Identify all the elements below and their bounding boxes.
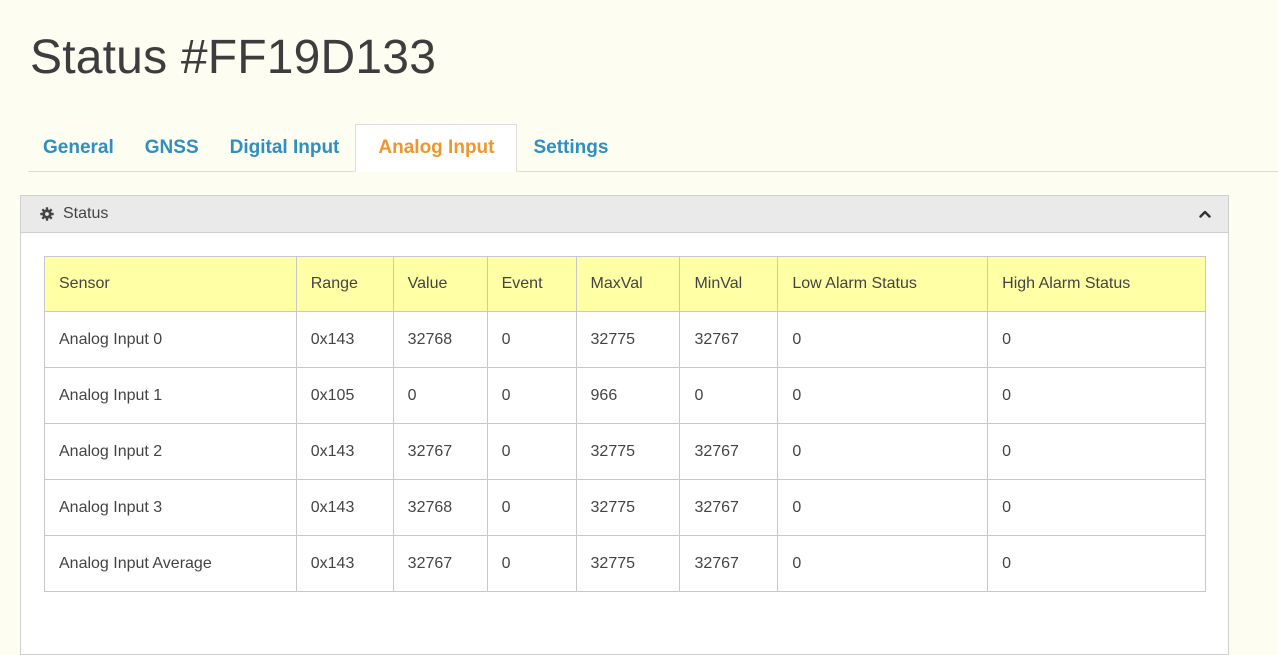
column-header-high-alarm-status[interactable]: High Alarm Status [987,256,1206,312]
sensor-cell: Analog Input Average [44,535,297,592]
high-alarm-cell: 0 [987,479,1206,536]
maxval-cell: 32775 [575,479,681,536]
page-title: Status #FF19D133 [30,31,437,84]
maxval-cell: 966 [575,367,681,424]
tab-gnss[interactable]: GNSS [130,125,214,171]
sensor-cell: Analog Input 2 [44,423,297,480]
high-alarm-cell: 0 [987,423,1206,480]
chevron-up-icon [1199,210,1211,218]
sensor-cell: Analog Input 3 [44,479,297,536]
minval-cell: 32767 [679,479,779,536]
tab-settings[interactable]: Settings [518,125,623,171]
tab-general[interactable]: General [28,125,129,171]
collapse-button[interactable] [1192,201,1218,227]
table-row: Analog Input 2 0x143 32767 0 32775 32767… [44,423,1206,480]
maxval-cell: 32775 [575,535,681,592]
range-cell: 0x143 [295,535,394,592]
table-row: Analog Input Average 0x143 32767 0 32775… [44,535,1206,592]
minval-cell: 0 [679,367,779,424]
table-row: Analog Input 0 0x143 32768 0 32775 32767… [44,311,1206,368]
high-alarm-cell: 0 [987,367,1206,424]
column-header-event[interactable]: Event [486,256,577,312]
value-cell: 32767 [392,535,488,592]
table-header-row: Sensor Range Value Event MaxVal MinVal L… [44,256,1206,312]
column-header-low-alarm-status[interactable]: Low Alarm Status [777,256,989,312]
range-cell: 0x143 [295,311,394,368]
sensor-cell: Analog Input 0 [44,311,297,368]
sensor-cell: Analog Input 1 [44,367,297,424]
value-cell: 32768 [392,311,488,368]
table-row: Analog Input 3 0x143 32768 0 32775 32767… [44,479,1206,536]
low-alarm-cell: 0 [777,311,989,368]
analog-input-table: Sensor Range Value Event MaxVal MinVal L… [44,256,1206,592]
column-header-minval[interactable]: MinVal [679,256,779,312]
maxval-cell: 32775 [575,423,681,480]
column-header-maxval[interactable]: MaxVal [575,256,681,312]
panel-title: Status [63,205,109,222]
column-header-value[interactable]: Value [392,256,488,312]
minval-cell: 32767 [679,311,779,368]
column-header-range[interactable]: Range [295,256,394,312]
high-alarm-cell: 0 [987,311,1206,368]
event-cell: 0 [486,367,577,424]
column-header-sensor[interactable]: Sensor [44,256,297,312]
range-cell: 0x143 [295,423,394,480]
low-alarm-cell: 0 [777,423,989,480]
event-cell: 0 [486,479,577,536]
low-alarm-cell: 0 [777,479,989,536]
table-row: Analog Input 1 0x105 0 0 966 0 0 0 [44,367,1206,424]
minval-cell: 32767 [679,423,779,480]
panel-header: Status [21,196,1228,233]
minval-cell: 32767 [679,535,779,592]
gear-icon [40,207,54,221]
event-cell: 0 [486,535,577,592]
maxval-cell: 32775 [575,311,681,368]
low-alarm-cell: 0 [777,367,989,424]
range-cell: 0x105 [295,367,394,424]
event-cell: 0 [486,423,577,480]
high-alarm-cell: 0 [987,535,1206,592]
value-cell: 32767 [392,423,488,480]
event-cell: 0 [486,311,577,368]
low-alarm-cell: 0 [777,535,989,592]
tab-analog-input[interactable]: Analog Input [355,124,518,172]
tab-bar: General GNSS Digital Input Analog Input … [28,124,1278,172]
tab-digital-input[interactable]: Digital Input [215,125,355,171]
range-cell: 0x143 [295,479,394,536]
status-panel: Status Sensor Range Value Event MaxVal M… [20,195,1229,655]
value-cell: 32768 [392,479,488,536]
value-cell: 0 [392,367,488,424]
